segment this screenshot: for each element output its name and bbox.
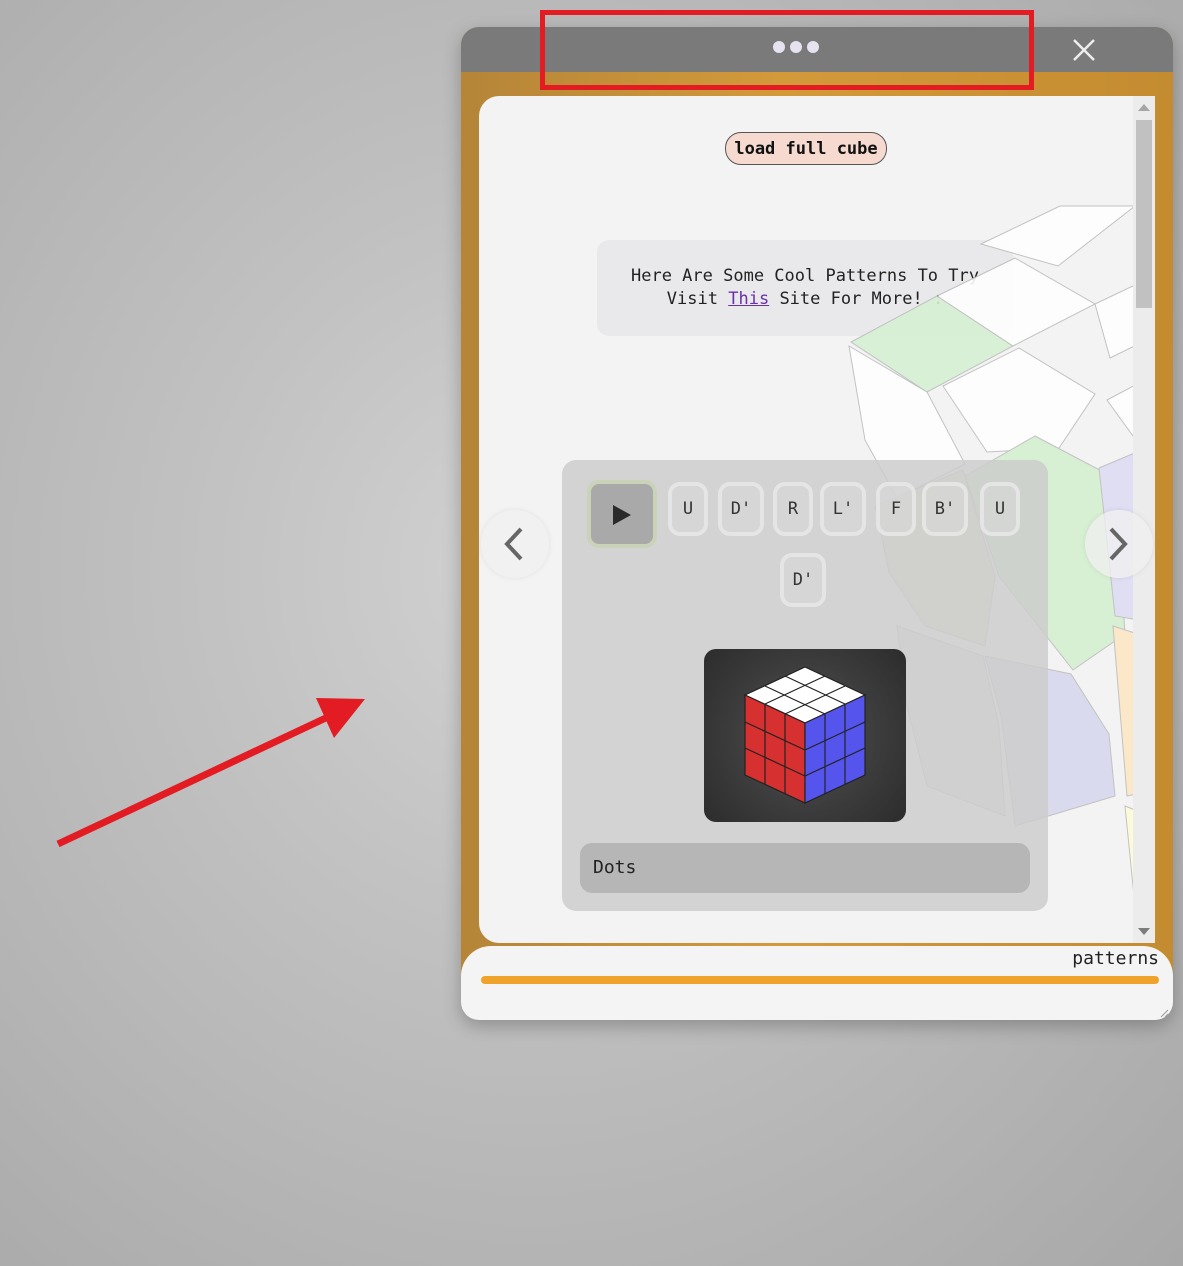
move-button[interactable]: U (668, 482, 708, 536)
move-button[interactable]: D' (780, 553, 826, 607)
pattern-cube-preview (704, 649, 906, 822)
chevron-left-icon (504, 527, 523, 561)
move-button[interactable]: R (773, 482, 813, 536)
resize-grip-icon[interactable] (1159, 1008, 1169, 1018)
progress-bar (481, 976, 1159, 984)
move-button[interactable]: L' (820, 482, 866, 536)
chevron-right-icon (1109, 527, 1128, 561)
pattern-name-label: Dots (580, 843, 1030, 893)
pattern-card: U D' R L' F B' U D' Dots (562, 460, 1048, 911)
scroll-down-arrow-icon[interactable] (1138, 928, 1150, 935)
move-button[interactable]: F (876, 482, 916, 536)
play-button[interactable] (587, 480, 657, 548)
patterns-window: load full cube Here Are Some Cool Patter… (461, 27, 1173, 1020)
annotation-highlight-box (540, 10, 1034, 90)
move-button[interactable]: B' (922, 482, 968, 536)
info-prefix: Visit (666, 289, 718, 309)
close-icon (1073, 39, 1095, 61)
section-label: patterns (1072, 948, 1159, 969)
move-button[interactable]: D' (718, 482, 764, 536)
close-button[interactable] (1069, 35, 1099, 65)
footer-bar: patterns (461, 946, 1173, 1020)
rubiks-cube-icon (743, 666, 867, 804)
scroll-up-arrow-icon[interactable] (1138, 104, 1150, 111)
scroll-thumb[interactable] (1136, 120, 1152, 308)
play-icon (613, 505, 631, 525)
next-pattern-button[interactable] (1085, 510, 1153, 578)
site-link[interactable]: This (728, 289, 769, 309)
content-area: load full cube Here Are Some Cool Patter… (479, 96, 1155, 943)
move-button[interactable]: U (980, 482, 1020, 536)
load-full-cube-button[interactable]: load full cube (725, 132, 887, 165)
previous-pattern-button[interactable] (481, 510, 549, 578)
